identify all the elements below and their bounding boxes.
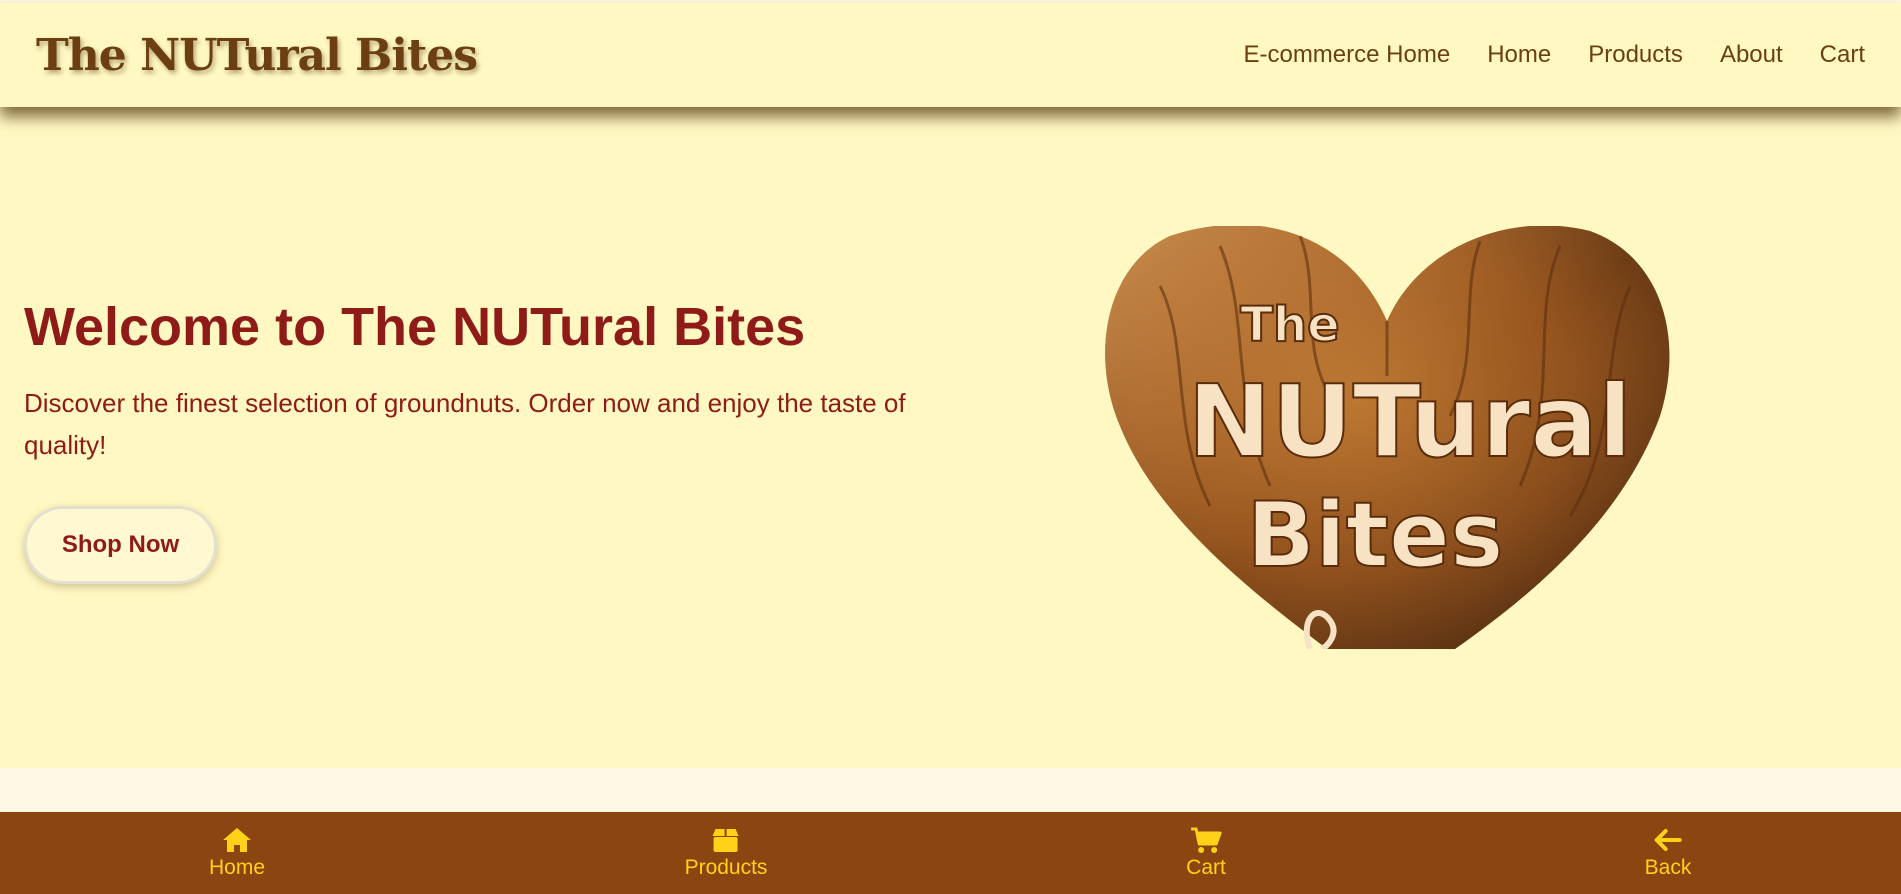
hero-text-block: Welcome to The NUTural Bites Discover th… [24,295,984,584]
bottom-nav-back-label: Back [1644,856,1692,879]
hero-section: Welcome to The NUTural Bites Discover th… [0,107,1901,768]
bottom-nav-cart[interactable]: Cart [1186,826,1226,880]
bottom-nav-home[interactable]: Home [209,826,265,880]
logo-text-nutural: NUTural [1188,363,1632,480]
logo-text-the: The [1240,297,1339,353]
nav-link-cart[interactable]: Cart [1820,41,1865,69]
arrow-left-icon [1655,829,1682,851]
site-header: The NUTural Bites E-commerce Home Home P… [0,3,1901,107]
nav-link-products[interactable]: Products [1588,41,1683,69]
top-nav: E-commerce Home Home Products About Cart [1243,41,1865,69]
home-icon [223,828,251,852]
nav-link-about[interactable]: About [1720,41,1783,69]
nav-link-ecommerce-home[interactable]: E-commerce Home [1243,41,1450,69]
box-icon [713,829,739,852]
page: The NUTural Bites E-commerce Home Home P… [0,0,1901,894]
cart-icon [1191,827,1222,853]
bottom-nav-home-label: Home [208,856,266,879]
heart-nut-logo: The NUTural Bites [1105,226,1670,649]
bottom-nav-bar: Home Products Cart Back [0,812,1901,894]
hero-description: Discover the finest selection of groundn… [24,387,906,460]
bottom-nav-cart-label: Cart [1186,856,1226,879]
logo-text-bites: Bites [1246,483,1503,588]
shop-now-button[interactable]: Shop Now [24,505,217,584]
hero-logo-image: The NUTural Bites [1100,226,1675,649]
hero-title: Welcome to The NUTural Bites [24,297,806,357]
bottom-nav-back[interactable]: Back [1644,826,1692,880]
bottom-nav-products[interactable]: Products [684,826,768,880]
bottom-nav-products-label: Products [684,856,768,879]
brand-logo-text[interactable]: The NUTural Bites [36,30,478,81]
nav-link-home[interactable]: Home [1487,41,1551,69]
